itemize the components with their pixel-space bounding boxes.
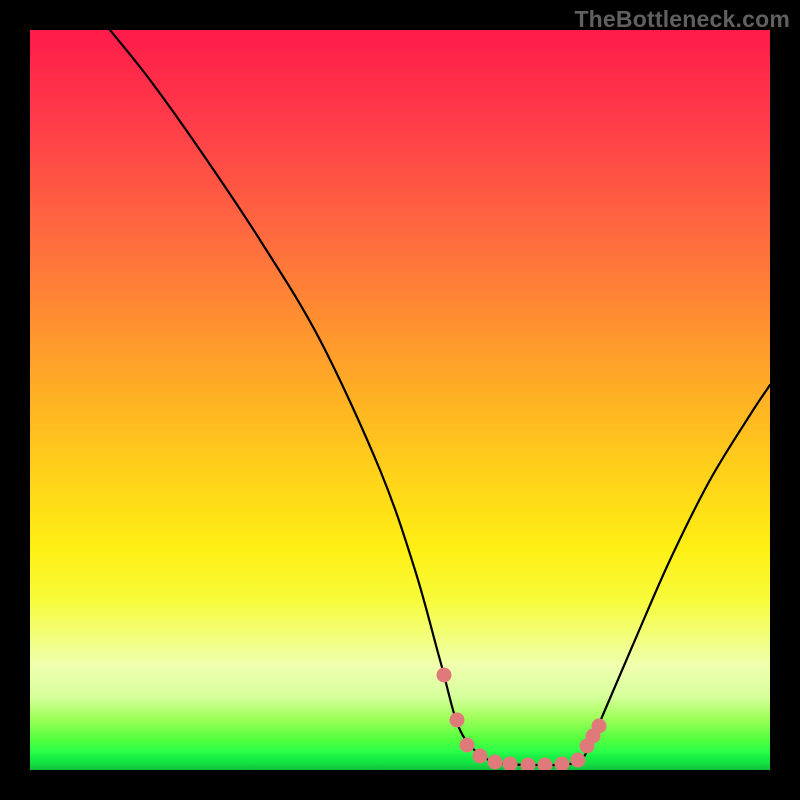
highlight-dot [555, 757, 570, 771]
highlight-dot [437, 668, 452, 683]
highlight-dot [538, 758, 553, 771]
highlight-dot [571, 753, 586, 768]
highlight-dot [473, 749, 488, 764]
highlight-dot [460, 738, 475, 753]
plot-area [30, 30, 770, 770]
highlight-dot [488, 755, 503, 770]
highlight-dot [521, 758, 536, 771]
highlight-dot [592, 719, 607, 734]
chart-frame: TheBottleneck.com [0, 0, 800, 800]
highlight-dot [450, 713, 465, 728]
highlight-dot [503, 757, 518, 771]
curve-layer [30, 30, 770, 770]
bottleneck-curve [110, 30, 770, 765]
highlight-dots [437, 668, 607, 771]
watermark-text: TheBottleneck.com [574, 6, 790, 33]
